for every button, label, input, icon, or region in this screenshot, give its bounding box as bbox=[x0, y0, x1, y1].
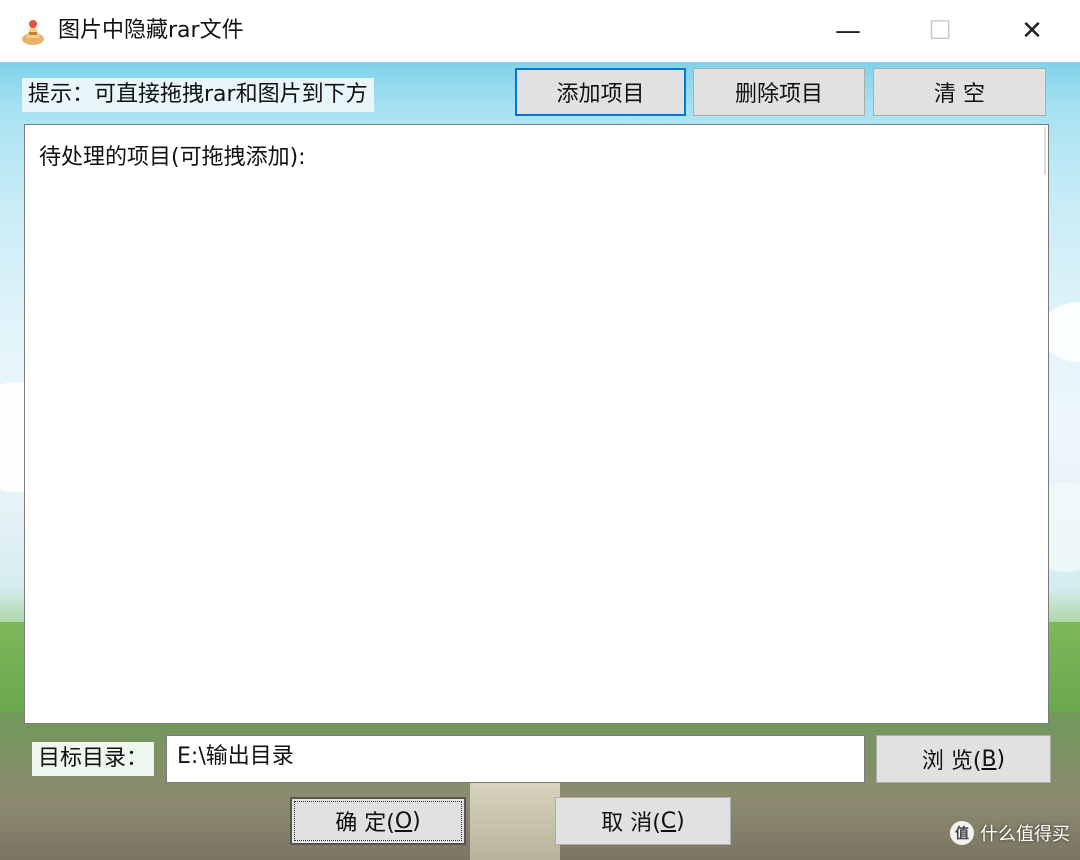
client-area: 提示：可直接拖拽rar和图片到下方 添加项目 删除项目 清 空 待处理的项目(可… bbox=[0, 62, 1080, 860]
title-bar[interactable]: 图片中隐藏rar文件 — ☐ ✕ bbox=[0, 0, 1080, 63]
watermark: 值 什么值得买 bbox=[950, 820, 1070, 846]
maximize-icon: ☐ bbox=[928, 16, 952, 46]
browse-label-suffix: ) bbox=[996, 746, 1006, 772]
ok-accesskey: O bbox=[394, 808, 413, 834]
maximize-button[interactable]: ☐ bbox=[894, 0, 986, 62]
cancel-label-prefix: 取 消( bbox=[601, 811, 661, 836]
window-title: 图片中隐藏rar文件 bbox=[58, 18, 244, 43]
cancel-accesskey: C bbox=[660, 808, 677, 834]
add-item-button[interactable]: 添加项目 bbox=[515, 68, 686, 116]
minimize-button[interactable]: — bbox=[802, 0, 894, 62]
watermark-logo-icon: 值 bbox=[950, 821, 974, 845]
app-icon bbox=[22, 20, 44, 45]
ok-label-suffix: ) bbox=[412, 808, 421, 834]
ok-button[interactable]: 确 定(O) bbox=[290, 797, 466, 845]
cancel-button[interactable]: 取 消(C) bbox=[555, 797, 731, 845]
background-path bbox=[470, 782, 560, 860]
delete-item-button[interactable]: 删除项目 bbox=[693, 68, 865, 116]
browse-button[interactable]: 浏 览(B) bbox=[876, 735, 1051, 783]
minimize-icon: — bbox=[835, 16, 861, 46]
target-dir-label: 目标目录： bbox=[32, 742, 155, 776]
browse-accesskey: B bbox=[981, 746, 997, 772]
ok-label-prefix: 确 定( bbox=[335, 811, 395, 836]
hint-text: 提示：可直接拖拽rar和图片到下方 bbox=[22, 78, 374, 112]
target-dir-value: E:\输出目录 bbox=[177, 744, 294, 769]
list-caption: 待处理的项目(可拖拽添加): bbox=[39, 145, 306, 170]
close-icon: ✕ bbox=[1021, 16, 1043, 46]
close-button[interactable]: ✕ bbox=[986, 0, 1078, 62]
scrollbar-stub bbox=[1044, 127, 1046, 175]
cancel-label-suffix: ) bbox=[676, 808, 685, 834]
target-dir-input[interactable]: E:\输出目录 bbox=[166, 735, 865, 783]
app-window: 图片中隐藏rar文件 — ☐ ✕ 提示：可直接拖拽rar和图片到下方 添加项目 … bbox=[0, 0, 1080, 860]
clear-button[interactable]: 清 空 bbox=[873, 68, 1046, 116]
pending-items-list[interactable]: 待处理的项目(可拖拽添加): bbox=[24, 124, 1049, 724]
browse-label-prefix: 浏 览( bbox=[921, 749, 982, 774]
watermark-text: 什么值得买 bbox=[980, 824, 1070, 845]
